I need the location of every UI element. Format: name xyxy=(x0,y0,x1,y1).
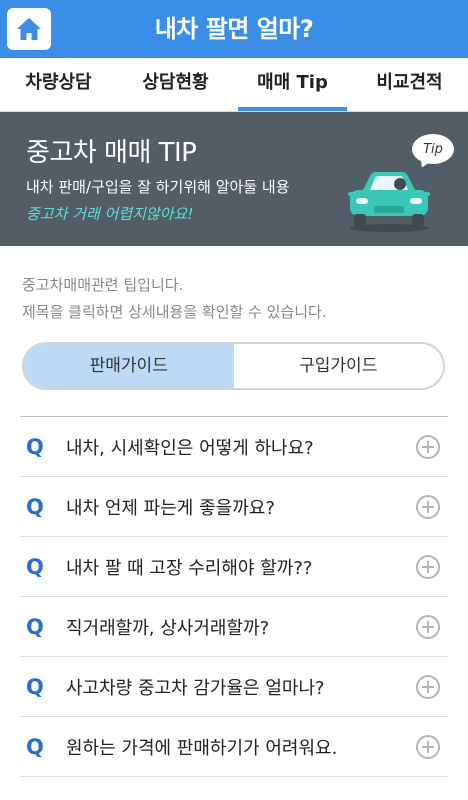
expand-plus-icon[interactable] xyxy=(416,674,440,699)
faq-item[interactable]: Q 내차 언제 파는게 좋을까요? xyxy=(20,477,448,537)
faq-question: 사고차량 중고차 감가율은 얼마나? xyxy=(66,677,325,699)
intro-line-2: 제목을 클릭하면 상세내용을 확인할 수 있습니다. xyxy=(22,303,327,321)
faq-item[interactable]: Q 원하는 가격에 판매하기가 어려워요. xyxy=(20,717,448,777)
expand-plus-icon[interactable] xyxy=(416,434,440,459)
guide-toggle: 판매가이드 구입가이드 xyxy=(22,342,445,390)
faq-question: 내차 팔 때 고장 수리해야 할까?? xyxy=(66,557,313,579)
buy-guide-button[interactable]: 구입가이드 xyxy=(234,344,444,388)
intro-line-1: 중고차매매관련 팁입니다. xyxy=(22,276,184,294)
faq-item[interactable]: Q 사고차량 중고차 감가율은 얼마나? xyxy=(20,657,448,717)
faq-question: 내차, 시세확인은 어떻게 하나요? xyxy=(66,437,314,459)
question-marker: Q xyxy=(26,434,44,459)
expand-plus-icon[interactable] xyxy=(416,734,440,759)
question-marker: Q xyxy=(26,614,44,639)
tab-consult[interactable]: 차량상담 xyxy=(0,58,117,111)
expand-plus-icon[interactable] xyxy=(416,614,440,639)
faq-question: 내차 언제 파는게 좋을까요? xyxy=(66,497,275,519)
tab-status[interactable]: 상담현황 xyxy=(117,58,234,111)
tab-bar: 차량상담 상담현황 매매 Tip 비교견적 xyxy=(0,58,468,112)
intro-text: 중고차매매관련 팁입니다. 제목을 클릭하면 상세내용을 확인할 수 있습니다. xyxy=(22,272,327,326)
banner-description: 내차 판매/구입을 잘 하기위해 알아둘 내용 xyxy=(26,178,290,196)
home-button[interactable] xyxy=(7,8,51,50)
faq-item[interactable]: Q 내차, 시세확인은 어떻게 하나요? xyxy=(20,417,448,477)
faq-item[interactable]: Q 내차 팔 때 고장 수리해야 할까?? xyxy=(20,537,448,597)
home-icon xyxy=(17,18,41,40)
app-header: 내차 팔면 얼마? xyxy=(0,0,468,58)
expand-plus-icon[interactable] xyxy=(416,494,440,519)
banner-title: 중고차 매매 TIP xyxy=(26,138,197,168)
question-marker: Q xyxy=(26,674,44,699)
question-marker: Q xyxy=(26,734,44,759)
tab-trade-tip[interactable]: 매매 Tip xyxy=(234,58,351,111)
banner-handwritten-text: 중고차 거래 어렵지않아요! xyxy=(26,205,194,223)
question-marker: Q xyxy=(26,554,44,579)
tab-compare-quote[interactable]: 비교견적 xyxy=(351,58,468,111)
page-title: 내차 팔면 얼마? xyxy=(154,15,314,43)
question-marker: Q xyxy=(26,494,44,519)
faq-question: 원하는 가격에 판매하기가 어려워요. xyxy=(66,737,338,759)
faq-question: 직거래할까, 상사거래할까? xyxy=(66,617,270,639)
faq-list: Q 내차, 시세확인은 어떻게 하나요? Q 내차 언제 파는게 좋을까요? Q… xyxy=(20,416,448,777)
sell-guide-button[interactable]: 판매가이드 xyxy=(24,344,234,388)
car-icon xyxy=(348,172,430,232)
faq-item[interactable]: Q 직거래할까, 상사거래할까? xyxy=(20,597,448,657)
expand-plus-icon[interactable] xyxy=(416,554,440,579)
